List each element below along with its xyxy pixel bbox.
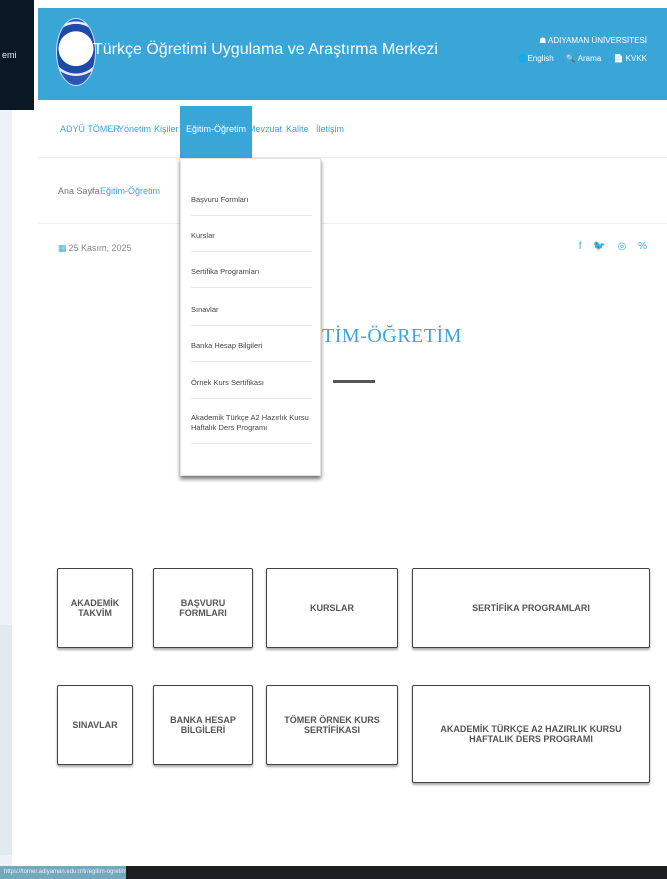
breadcrumb-separator: / xyxy=(91,186,94,196)
kvkk-link[interactable]: 📄 KVKK xyxy=(613,54,647,63)
card-sertifika-programlari[interactable]: SERTİFİKA PROGRAMLARI xyxy=(412,568,650,648)
twitter-icon[interactable]: 🐦 xyxy=(593,241,605,252)
dropdown-item-kurslar[interactable]: Kurslar xyxy=(191,231,312,253)
nav-item-mevzuat[interactable]: Mevzuat xyxy=(248,124,282,134)
facebook-icon[interactable]: f xyxy=(579,241,582,252)
publish-date: ▦ 25 Kasım, 2025 xyxy=(58,243,132,254)
nav-item-kisiler[interactable]: Kişiler xyxy=(154,124,179,134)
language-link[interactable]: 🌐English xyxy=(517,54,553,63)
whatsapp-icon[interactable]: ◎ xyxy=(618,241,627,252)
share-links: f 🐦 ◎ % xyxy=(570,241,647,252)
search-link[interactable]: 🔍 Arama xyxy=(566,54,601,63)
nav-item-iletisim[interactable]: İletişim xyxy=(316,124,344,134)
main-nav: ADYÜ TÖMER Yönetim Kişiler Eğitim-Öğreti… xyxy=(38,100,667,158)
card-akademik-takvim[interactable]: AKADEMİK TAKVİM xyxy=(57,568,133,648)
breadcrumb-current: Eğitim-Öğretim xyxy=(100,186,161,196)
copy-link-icon[interactable]: % xyxy=(638,241,647,252)
card-ornek-sertifika[interactable]: TÖMER ÖRNEK KURS SERTİFİKASI xyxy=(266,685,398,765)
dropdown-item-ornek-sertifika[interactable]: Örnek Kurs Sertifikası xyxy=(191,378,312,400)
dropdown-item-sinavlar[interactable]: Sınavlar xyxy=(191,305,312,327)
left-overlay-strip: emi xyxy=(0,0,34,879)
title-divider xyxy=(333,380,375,383)
university-link[interactable]: ☗ ADIYAMAN ÜNİVERSİTESİ xyxy=(507,36,647,45)
status-url: https://tomer.adiyaman.edu.tr/tr/egitim-… xyxy=(0,866,126,879)
nav-item-adyu-tomer[interactable]: ADYÜ TÖMER xyxy=(60,124,120,134)
dropdown-item-a2-program[interactable]: Akademik Türkçe A2 Hazırlık Kursu Haftal… xyxy=(191,413,312,445)
dropdown-item-basvuru-formlari[interactable]: Başvuru Formları xyxy=(191,195,312,217)
site-header: Türkçe Öğretimi Uygulama ve Araştırma Me… xyxy=(38,8,667,100)
header-utility: ☗ ADIYAMAN ÜNİVERSİTESİ 🌐English 🔍 Arama… xyxy=(507,36,647,63)
card-kurslar[interactable]: KURSLAR xyxy=(266,568,398,648)
site-title[interactable]: Türkçe Öğretimi Uygulama ve Araştırma Me… xyxy=(93,41,438,59)
dropdown-item-sertifika-programlari[interactable]: Sertifika Programları xyxy=(191,267,312,289)
overlay-panel-lower xyxy=(0,625,12,855)
overlay-text: emi xyxy=(2,50,17,60)
nav-item-egitim-ogretim[interactable]: Eğitim-Öğretim xyxy=(180,106,253,158)
university-logo[interactable] xyxy=(56,18,96,86)
calendar-icon: ▦ xyxy=(58,243,67,253)
page-title: TİM-ÖĞRETİM xyxy=(322,325,462,347)
card-sinavlar[interactable]: SINAVLAR xyxy=(57,685,133,765)
date-text: 25 Kasım, 2025 xyxy=(68,243,132,253)
nav-item-yonetim[interactable]: Yönetim xyxy=(118,124,151,134)
card-a2-program[interactable]: AKADEMİK TÜRKÇE A2 HAZIRLIK KURSU HAFTAL… xyxy=(412,685,650,783)
card-basvuru-formlari[interactable]: BAŞVURU FORMLARI xyxy=(153,568,253,648)
overlay-panel: emi xyxy=(0,0,34,110)
card-banka-hesap[interactable]: BANKA HESAP BİLGİLERİ xyxy=(153,685,253,765)
breadcrumb: Ana Sayfa / Eğitim-Öğretim xyxy=(38,158,667,224)
dropdown-item-banka-hesap[interactable]: Banka Hesap Bilgileri xyxy=(191,341,312,363)
browser-status-bar: https://tomer.adiyaman.edu.tr/tr/egitim-… xyxy=(0,866,667,879)
nav-dropdown-menu: Başvuru Formları Kurslar Sertifika Progr… xyxy=(180,158,321,476)
nav-item-kalite[interactable]: Kalite xyxy=(286,124,309,134)
